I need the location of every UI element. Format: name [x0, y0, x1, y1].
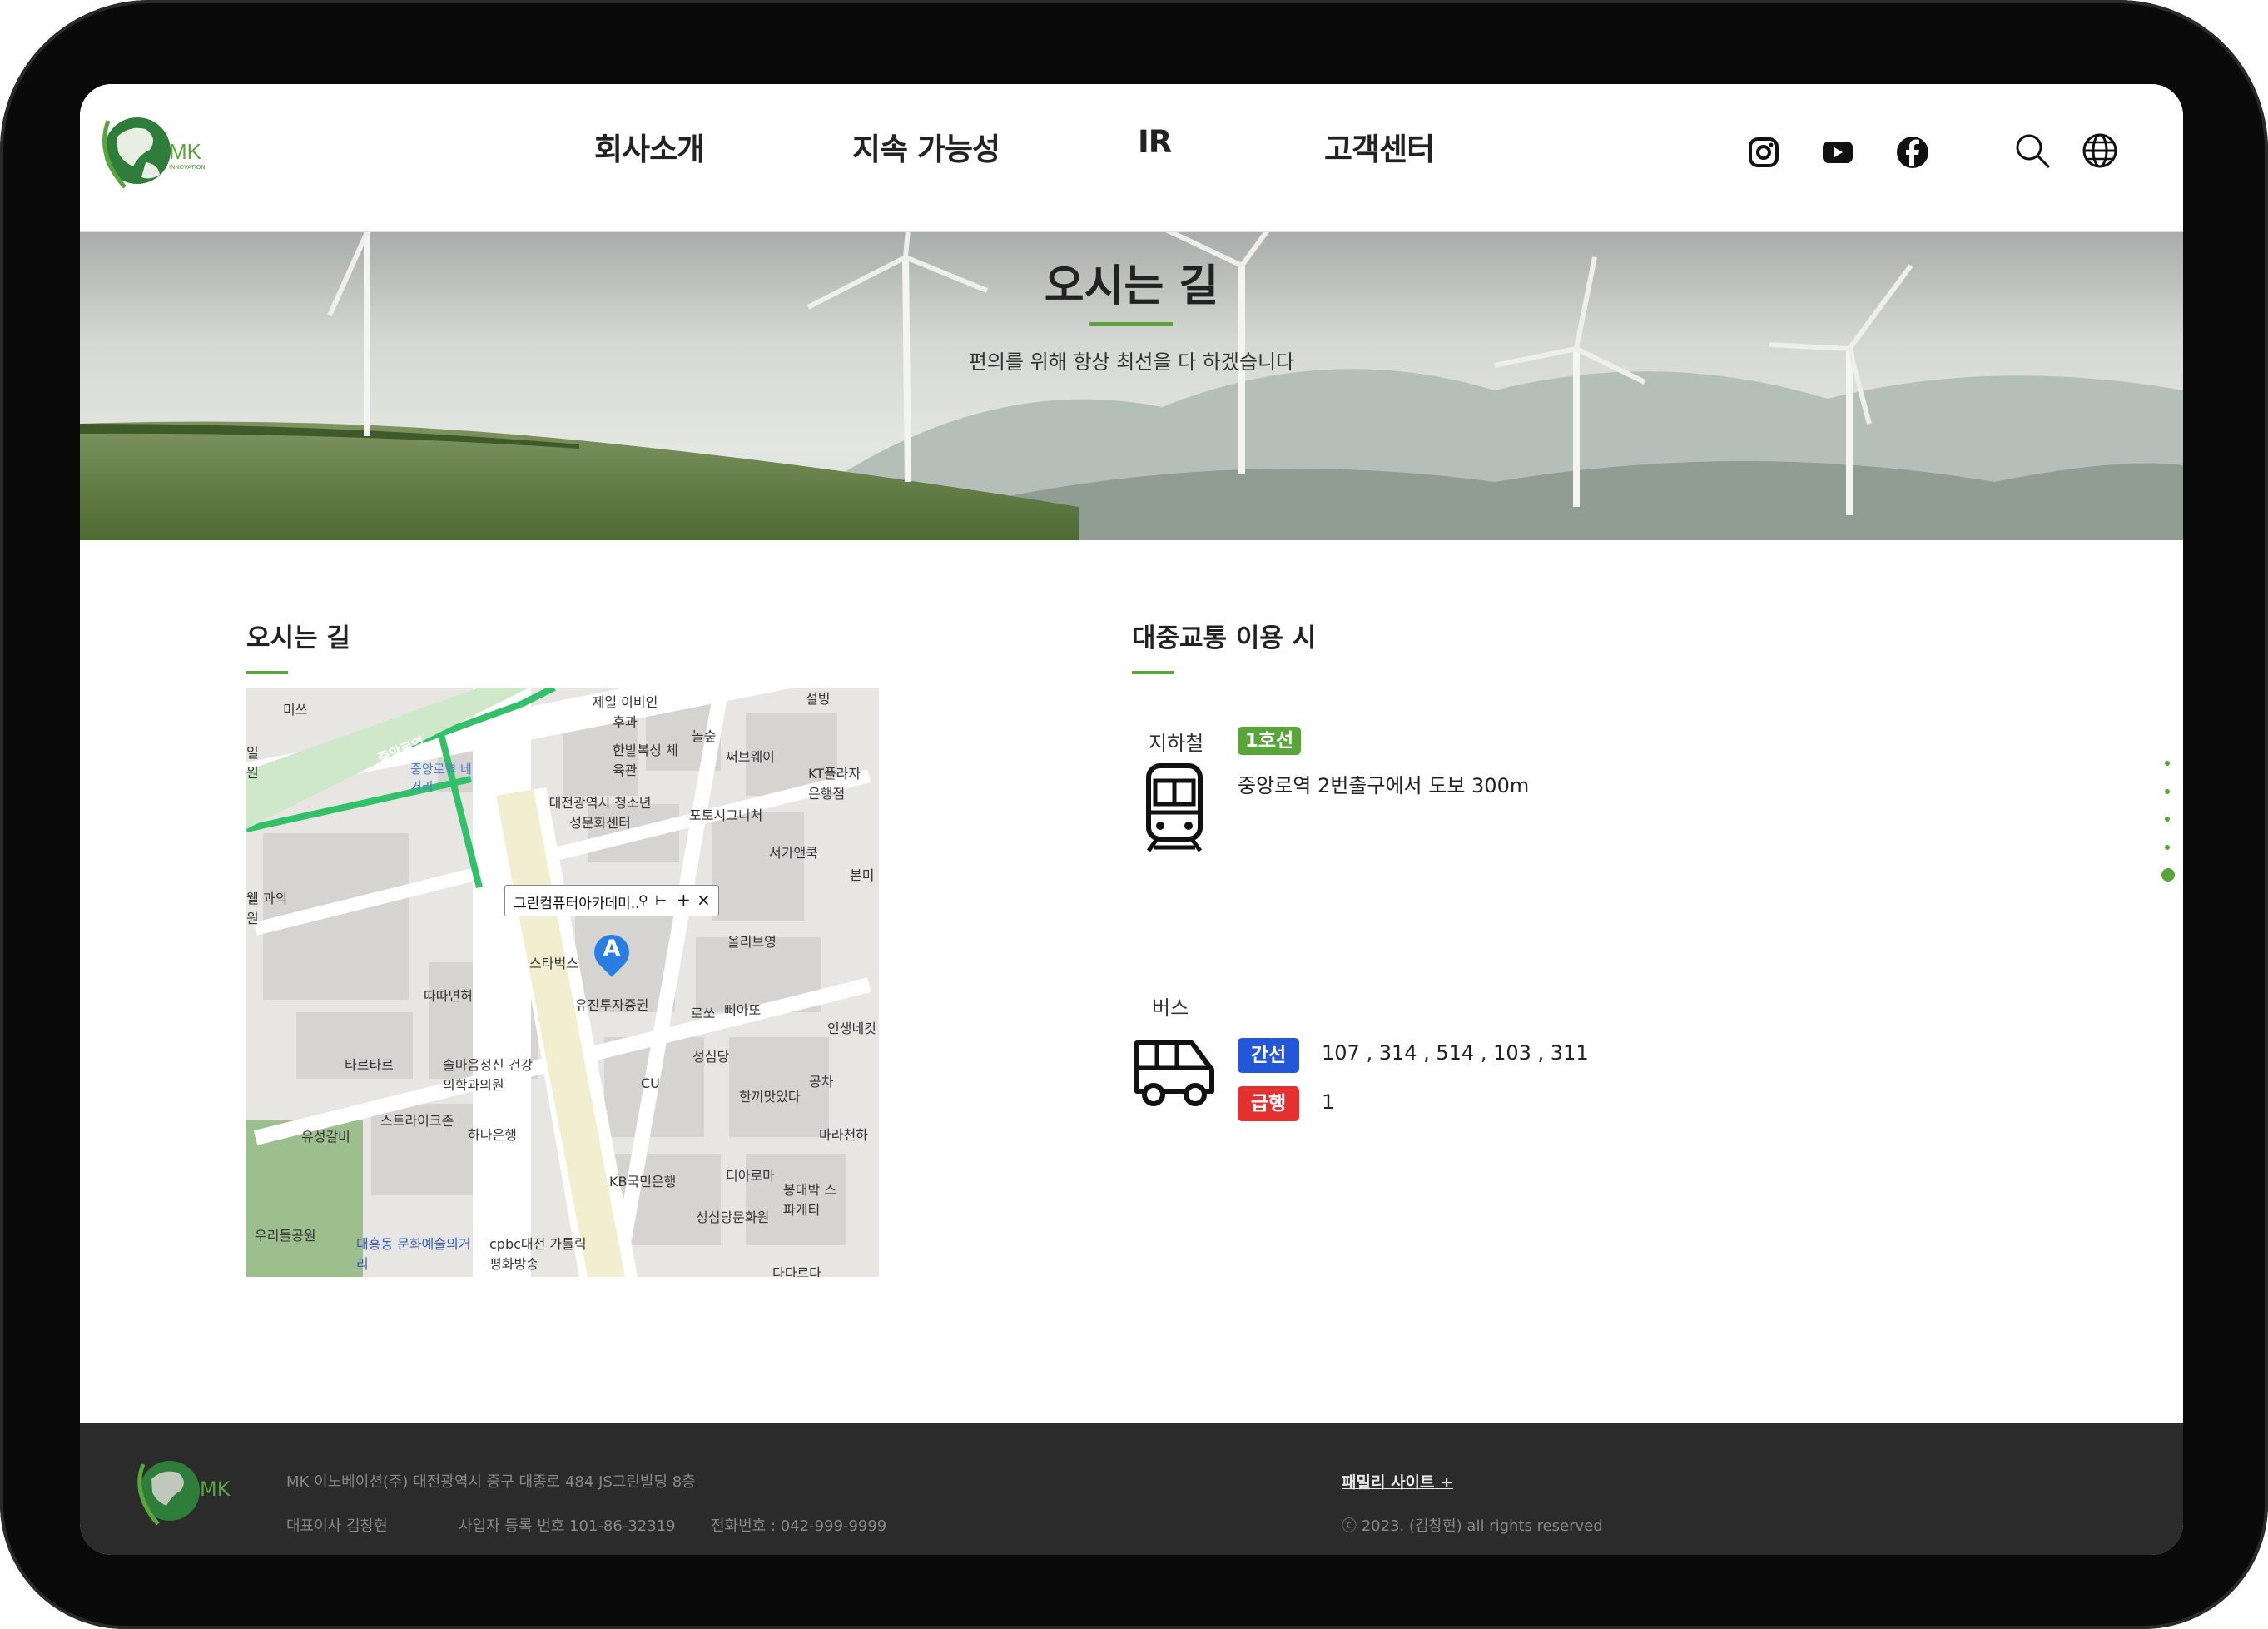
route-icon[interactable]: ⊢ [655, 892, 667, 908]
map-label: 공차 [809, 1074, 834, 1090]
youtube-icon[interactable] [1818, 132, 1858, 172]
map-label: 일 원 [246, 745, 259, 781]
logo-text: MK [169, 139, 201, 164]
map-label: 한끼맛있다 [739, 1089, 801, 1105]
map-label: 다다르다 [772, 1265, 821, 1277]
bus-trunk-routes: 107 , 314 , 514 , 103 , 311 [1322, 1041, 1589, 1065]
footer-copyright: ⓒ 2023. (김창현) all rights reserved [1342, 1517, 1603, 1535]
search-icon[interactable] [2012, 131, 2052, 171]
map-label: 설빙 [806, 691, 831, 707]
hero-title: 오시는 길 [1044, 261, 1219, 311]
hero-banner: 오시는 길 편의를 위해 항상 최선을 다 하겠습니다 [80, 232, 2183, 540]
map-label: 놀숲 [692, 728, 717, 744]
map-marker-label: A [603, 936, 621, 961]
hero-subtitle: 편의를 위해 항상 최선을 다 하겠습니다 [968, 350, 1295, 374]
map-label: 중앙로역 네거리 [410, 762, 472, 794]
map-label: 스타벅스 [529, 956, 578, 971]
map-label: KT플라자 은행점 [808, 766, 861, 802]
directions-title: 오시는 길 [246, 623, 350, 653]
nav-item-ir[interactable]: IR [1138, 124, 1172, 174]
nav-item-customer-center[interactable]: 고객센터 [1324, 124, 1435, 174]
bus-express-tag: 급행 [1238, 1086, 1299, 1121]
transit-title: 대중교통 이용 시 [1132, 623, 1317, 653]
map-label: 스트라이크존 [380, 1113, 454, 1129]
site-header: MK INNOVATION 회사소개 지속 가능성 IR 고객센터 [80, 84, 2183, 232]
directions-underline [246, 671, 288, 674]
pagination-dot-active[interactable] [2161, 868, 2175, 882]
family-site-link[interactable]: 패밀리 사이트 + [1342, 1470, 1453, 1492]
map-label: KB국민은행 [609, 1174, 677, 1189]
map-label: 미쓰 [283, 702, 308, 718]
map-label: 삐아또 [724, 1002, 762, 1018]
map-label: 마라천하 [819, 1127, 868, 1143]
facebook-icon[interactable] [1893, 132, 1933, 172]
map-label: cpbc대전 가톨릭평화방송 [489, 1236, 587, 1272]
bus-icon [1132, 1035, 1217, 1108]
pagination-dot[interactable] [2165, 845, 2170, 850]
pagination-dot[interactable] [2165, 761, 2170, 766]
pin-icon[interactable]: ⚲ [638, 892, 648, 908]
map-label: 써브웨이 [726, 749, 775, 765]
subway-train-icon [1144, 762, 1205, 854]
map-label: 하나은행 [468, 1127, 517, 1143]
map-label: 포토시그니처 [689, 807, 763, 823]
bus-label: 버스 [1152, 996, 1189, 1020]
footer-ceo: 대표이사 김창현 [286, 1517, 388, 1535]
site-footer: MK MK 이노베이션(주) 대전광역시 중구 대종로 484 JS그린빌딩 8… [80, 1423, 2183, 1555]
subway-line-tag: 1호선 [1238, 727, 1301, 755]
footer-address: MK 이노베이션(주) 대전광역시 중구 대종로 484 JS그린빌딩 8층 [286, 1473, 696, 1491]
map-label: 유진투자증권 [575, 997, 649, 1013]
subway-label: 지하철 [1149, 732, 1204, 755]
zoom-in-icon[interactable]: + [677, 890, 691, 910]
footer-logo-text: MK [200, 1478, 231, 1501]
map-label: 솔마음정신 건강의학과의원 [443, 1057, 534, 1093]
pagination-dot[interactable] [2165, 789, 2170, 794]
nav-item-about[interactable]: 회사소개 [594, 124, 705, 174]
map-label: 디아로마 [726, 1168, 775, 1184]
bus-express-routes: 1 [1322, 1090, 1335, 1114]
map-label: 본미 [850, 867, 875, 883]
globe-icon[interactable] [2080, 131, 2120, 171]
map-label: 대흥동 문화예술의거리 [356, 1236, 471, 1272]
map-label: 성심당문화원 [696, 1209, 770, 1225]
close-icon[interactable]: × [697, 890, 711, 910]
pagination-dot[interactable] [2165, 817, 2170, 822]
map-label: 한밭복싱 체육관 [613, 742, 678, 778]
logo-subtext: INNOVATION [169, 164, 206, 171]
instagram-icon[interactable] [1744, 132, 1784, 172]
map-label: 대전광역시 청소년성문화센터 [548, 795, 652, 831]
nav-item-sustainability[interactable]: 지속 가능성 [852, 124, 1000, 174]
bus-trunk-tag: 간선 [1238, 1038, 1299, 1073]
map-label: 서가앤쿡 [769, 845, 818, 861]
subway-route: 중앙로역 2번출구에서 도보 300m [1238, 774, 1530, 797]
map-label: 우리들공원 [255, 1228, 316, 1244]
map-label: 로쏘 [691, 1006, 716, 1021]
hero-underline [1089, 322, 1173, 326]
map-label: 유성갈비 [301, 1129, 350, 1145]
transit-underline [1132, 671, 1174, 674]
site-logo[interactable]: MK INNOVATION [100, 104, 216, 197]
map-label: 따따면허 [424, 988, 473, 1004]
map-popup[interactable]: 그린컴퓨터아카데미.. ⚲ ⊢ + × [504, 885, 719, 916]
map-label: CU [641, 1075, 660, 1091]
map-label: 인생네컷 [827, 1021, 876, 1036]
map-label: 제일 이비인후과 [592, 694, 658, 730]
footer-logo[interactable]: MK [135, 1448, 243, 1531]
map-label: 올리브영 [727, 934, 777, 950]
device-frame: MK INNOVATION 회사소개 지속 가능성 IR 고객센터 오시는 길 … [0, 0, 2268, 1629]
footer-phone: 전화번호 : 042-999-9999 [711, 1517, 887, 1535]
map-label: 봉대박 스파게티 [783, 1182, 836, 1218]
map-label: 성심당 [692, 1049, 730, 1065]
map-popup-title: 그린컴퓨터아카데미.. [514, 896, 640, 912]
map-label: 타르타르 [345, 1057, 394, 1073]
location-map[interactable]: 미쓰 제일 이비인후과 설빙 중앙로역 중앙로역 네거리 한밭복싱 체육관 놀숲… [246, 688, 879, 1277]
map-label: 웰 과의원 [246, 891, 288, 926]
browser-viewport: MK INNOVATION 회사소개 지속 가능성 IR 고객센터 오시는 길 … [80, 84, 2183, 1555]
footer-biz-number: 사업자 등록 번호 101-86-32319 [459, 1517, 676, 1535]
